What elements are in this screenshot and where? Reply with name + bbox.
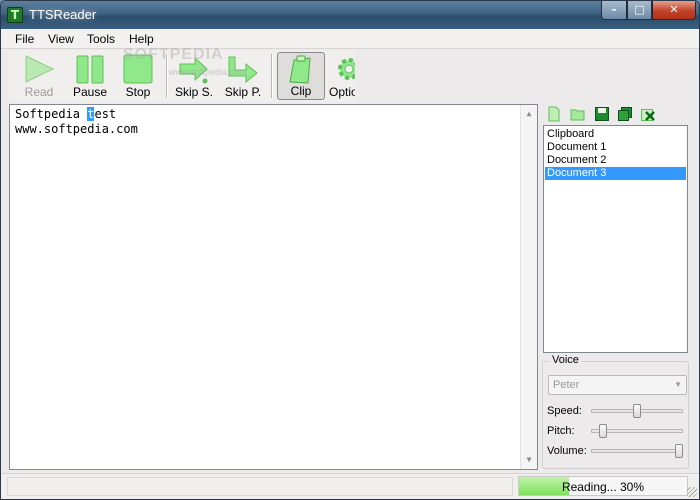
speed-slider-thumb[interactable] xyxy=(633,404,641,418)
editor-scrollbar[interactable]: ▲ ▼ xyxy=(520,105,537,469)
menu-help[interactable]: Help xyxy=(129,32,154,46)
close-icon: ✕ xyxy=(669,3,679,16)
progress-text: Reading... 30% xyxy=(561,480,645,494)
list-item-document-1[interactable]: Document 1 xyxy=(545,141,686,154)
maximize-button[interactable]: □ xyxy=(627,1,652,20)
editor-line-2: www.softpedia.com xyxy=(15,122,138,136)
menu-file[interactable]: File xyxy=(15,32,34,46)
volume-slider[interactable] xyxy=(591,449,683,453)
pause-button[interactable]: Pause xyxy=(67,52,113,100)
options-button[interactable]: Optio xyxy=(327,52,355,100)
chevron-down-icon: ▼ xyxy=(674,380,682,389)
skip-paragraph-label: Skip P. xyxy=(224,85,262,99)
pause-label: Pause xyxy=(72,85,108,99)
voice-select-value: Peter xyxy=(553,379,580,391)
menu-bar: File View Tools Help xyxy=(1,29,699,49)
menu-view[interactable]: View xyxy=(48,32,74,46)
window-title: TTSReader xyxy=(29,7,97,22)
new-document-icon[interactable] xyxy=(546,106,562,122)
save-all-icon[interactable] xyxy=(617,106,633,122)
minimize-button[interactable]: – xyxy=(601,1,627,20)
list-item-clipboard[interactable]: Clipboard xyxy=(545,128,686,141)
close-button[interactable]: ✕ xyxy=(652,1,696,20)
clip-button[interactable]: Clip xyxy=(277,52,325,100)
pause-icon xyxy=(76,55,104,84)
app-window: T TTSReader – □ ✕ File View Tools Help R… xyxy=(0,0,700,500)
read-button[interactable]: Read xyxy=(13,52,65,100)
toolbar-separator xyxy=(271,54,273,98)
title-bar[interactable]: T TTSReader – □ ✕ xyxy=(1,1,699,29)
voice-group-label: Voice xyxy=(550,354,581,366)
scroll-down-icon[interactable]: ▼ xyxy=(521,452,537,468)
text-editor[interactable]: Softpedia test www.softpedia.com ▲ ▼ xyxy=(9,104,538,470)
editor-line-1: Softpedia test xyxy=(15,107,117,121)
volume-label: Volume: xyxy=(547,445,587,457)
status-bar: Reading... 30% xyxy=(1,473,699,499)
voice-select[interactable]: Peter ▼ xyxy=(548,375,687,395)
scroll-up-icon[interactable]: ▲ xyxy=(521,106,537,122)
reading-progress-bar: Reading... 30% xyxy=(518,476,688,496)
skip-sentence-label: Skip S. xyxy=(174,85,213,99)
maximize-icon: □ xyxy=(634,3,645,16)
list-item-document-3[interactable]: Document 3 xyxy=(545,167,686,180)
speed-label: Speed: xyxy=(547,405,582,417)
stop-label: Stop xyxy=(125,85,151,99)
menu-tools[interactable]: Tools xyxy=(87,32,115,46)
list-item-document-2[interactable]: Document 2 xyxy=(545,154,686,167)
resize-grip[interactable] xyxy=(687,487,697,497)
volume-slider-thumb[interactable] xyxy=(675,444,683,458)
app-icon[interactable]: T xyxy=(7,7,23,23)
softpedia-watermark: SOFTPEDIA xyxy=(123,46,224,63)
clip-label: Clip xyxy=(290,84,312,98)
open-folder-icon[interactable] xyxy=(570,106,586,122)
pitch-label: Pitch: xyxy=(547,425,575,437)
softpedia-watermark-url: www.softpedia.com xyxy=(169,67,247,77)
pitch-slider-thumb[interactable] xyxy=(599,424,608,438)
play-icon xyxy=(25,55,55,83)
options-label: Optio xyxy=(329,85,355,99)
document-list[interactable]: Clipboard Document 1 Document 2 Document… xyxy=(543,125,688,353)
save-icon[interactable] xyxy=(594,106,610,122)
read-label: Read xyxy=(24,85,54,99)
status-message-panel xyxy=(7,477,513,496)
gear-icon xyxy=(338,58,355,80)
minimize-icon: – xyxy=(611,3,617,16)
delete-document-icon[interactable] xyxy=(640,106,656,122)
clipboard-icon xyxy=(289,55,311,84)
